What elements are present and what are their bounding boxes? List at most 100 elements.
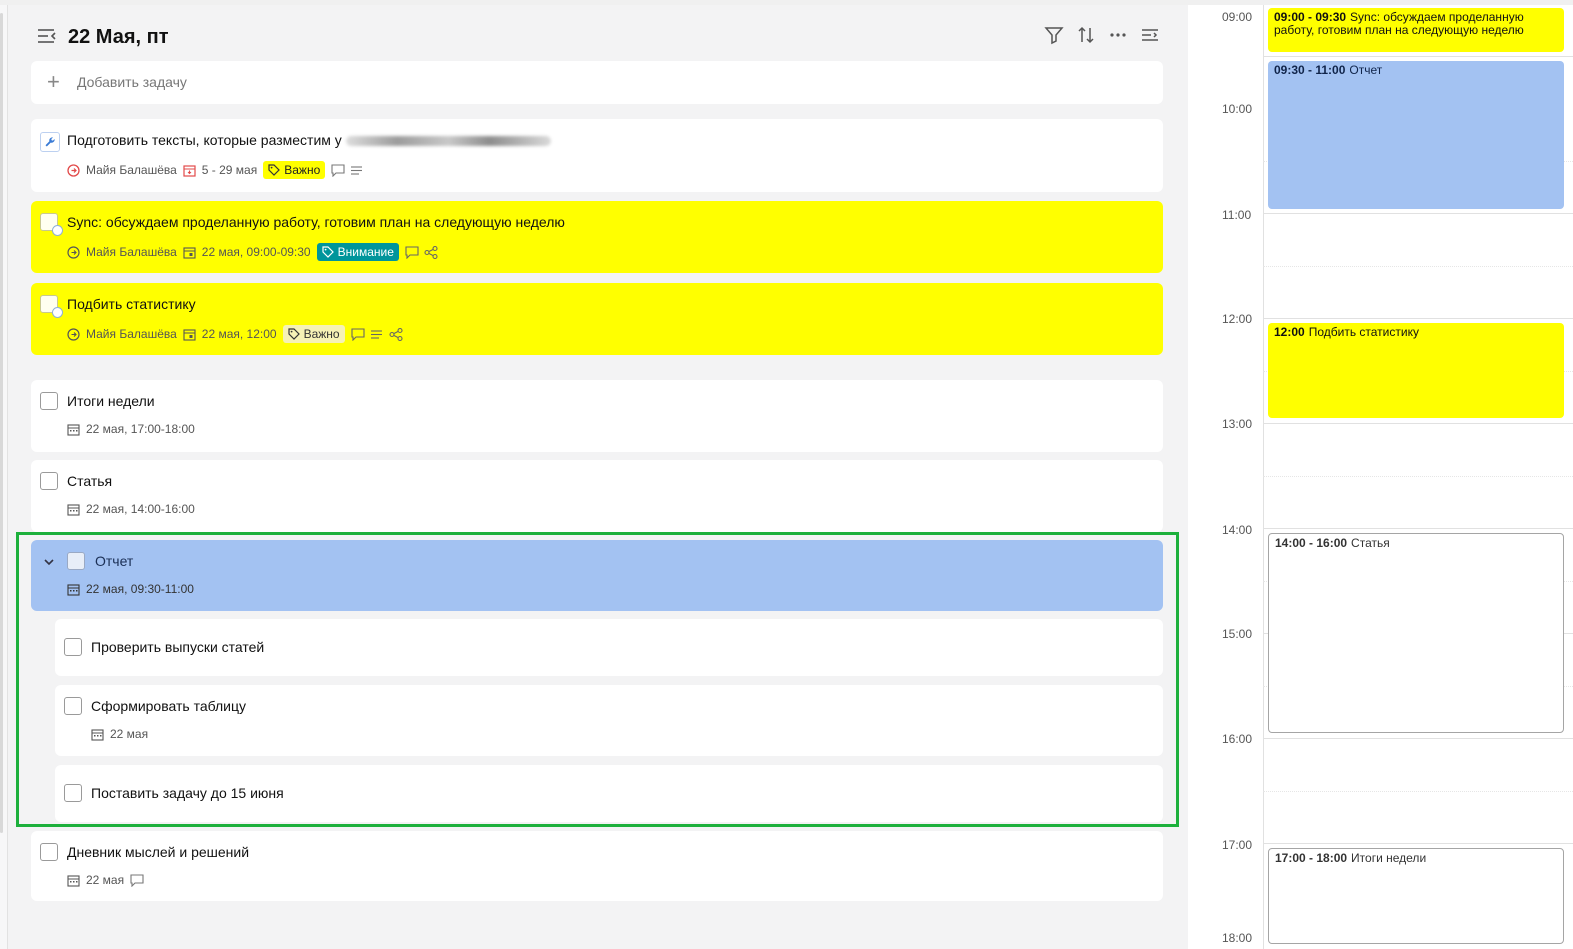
calendar-toggle-icon[interactable]: [1140, 25, 1160, 45]
assignee-name: Майя Балашёва: [86, 245, 177, 259]
plus-icon: +: [47, 69, 60, 94]
subtask-card[interactable]: Сформировать таблицу 22 мая: [55, 685, 1163, 756]
hour-label: 15:00: [1222, 627, 1253, 641]
comment-icon[interactable]: [130, 873, 144, 887]
task-card[interactable]: Подбить статистику Майя Балашёва 22 мая,…: [31, 283, 1163, 355]
task-card[interactable]: Итоги недели 22 мая, 17:00-18:00: [31, 380, 1163, 452]
wrench-icon[interactable]: [40, 132, 60, 152]
calendar-icon: [183, 328, 196, 341]
header-toolbar: [1044, 25, 1160, 45]
subtask-card[interactable]: Поставить задачу до 15 июня: [55, 765, 1163, 822]
event-time: 09:00 - 09:30: [1274, 10, 1347, 24]
comment-icon[interactable]: [351, 327, 365, 341]
task-card[interactable]: Дневник мыслей и решений 22 мая: [31, 831, 1163, 901]
task-checkbox[interactable]: [67, 552, 85, 570]
task-date: 22 мая, 12:00: [201, 327, 277, 341]
sort-icon[interactable]: [1076, 25, 1096, 45]
half-hour-line: [1263, 266, 1573, 267]
assignee-name: Майя Балашёва: [86, 163, 177, 177]
share-icon[interactable]: [389, 327, 403, 341]
task-title: Подготовить тексты, которые разместим у: [67, 131, 551, 149]
hour-line: [1263, 56, 1573, 57]
sync-icon: [52, 225, 63, 236]
calendar-event[interactable]: 09:00 - 09:30 Sync: обсуждаем проделанную…: [1268, 8, 1564, 52]
calendar-icon: [67, 874, 80, 887]
task-card-selected[interactable]: Отчет 22 мая, 09:30-11:00: [31, 540, 1163, 611]
deadline-icon: [183, 164, 196, 177]
scrollbar-thumb[interactable]: [0, 13, 3, 833]
hour-label: 14:00: [1222, 523, 1253, 537]
description-icon[interactable]: [350, 164, 363, 177]
calendar-divider: [1263, 5, 1264, 949]
filter-icon[interactable]: [1044, 25, 1064, 45]
task-title: Итоги недели: [67, 393, 155, 409]
task-card[interactable]: Статья 22 мая, 14:00-16:00: [31, 460, 1163, 532]
comment-icon[interactable]: [405, 245, 419, 259]
task-card[interactable]: Sync: обсуждаем проделанную работу, гото…: [31, 201, 1163, 273]
task-date: 22 мая: [86, 873, 125, 887]
calendar-icon: [67, 583, 80, 596]
tag-icon: [287, 328, 300, 340]
calendar-event[interactable]: 17:00 - 18:00 Итоги недели: [1268, 848, 1564, 944]
subtask-title: Сформировать таблицу: [91, 698, 247, 714]
task-title: Статья: [67, 473, 113, 489]
task-meta: 22 мая, 17:00-18:00: [67, 422, 195, 436]
task-title: Подбить статистику: [67, 296, 196, 312]
calendar-icon: [67, 503, 80, 516]
task-meta: 22 мая: [67, 873, 144, 887]
comment-icon[interactable]: [331, 163, 345, 177]
task-checkbox[interactable]: [40, 392, 58, 410]
calendar-event[interactable]: 14:00 - 16:00 Статья: [1268, 533, 1564, 733]
event-title: Подбить статистику: [1308, 325, 1419, 339]
tag-badge[interactable]: Важно: [282, 325, 345, 343]
event-time: 14:00 - 16:00: [1275, 536, 1348, 550]
event-title: Итоги недели: [1351, 851, 1427, 865]
description-icon[interactable]: [370, 328, 383, 341]
tag-icon: [322, 246, 334, 258]
add-task-input[interactable]: + Добавить задачу: [31, 61, 1163, 104]
day-calendar: 09:00 10:00 11:00 12:00 13:00 14:00 15:0…: [1188, 5, 1573, 949]
subtask-card[interactable]: Проверить выпуски статей: [55, 619, 1163, 676]
hour-label: 11:00: [1222, 208, 1252, 222]
chevron-down-icon[interactable]: [43, 555, 55, 567]
hour-line: [1263, 738, 1573, 739]
subtask-checkbox[interactable]: [64, 697, 82, 715]
assignee-icon: [67, 327, 80, 341]
calendar-icon: [183, 246, 196, 259]
subtask-checkbox[interactable]: [64, 638, 82, 656]
half-hour-line: [1263, 791, 1573, 792]
more-options-icon[interactable]: [1108, 25, 1128, 45]
hour-line: [1263, 213, 1573, 214]
subtask-checkbox[interactable]: [64, 784, 82, 802]
calendar-icon: [67, 423, 80, 436]
panel-header: 22 Мая, пт: [36, 23, 1160, 53]
subtask-meta: 22 мая: [91, 727, 148, 741]
calendar-icon: [91, 728, 104, 741]
calendar-event[interactable]: 09:30 - 11:00 Отчет: [1268, 61, 1564, 209]
event-title: Отчет: [1349, 63, 1383, 77]
hour-label: 10:00: [1222, 102, 1253, 116]
task-title: Sync: обсуждаем проделанную работу, гото…: [67, 214, 565, 230]
task-date: 22 мая, 09:30-11:00: [86, 582, 194, 596]
task-date: 22 мая, 17:00-18:00: [86, 422, 195, 436]
hour-line: [1263, 528, 1573, 529]
event-time: 12:00: [1274, 325, 1305, 339]
hour-line: [1263, 423, 1573, 424]
task-checkbox[interactable]: [40, 843, 58, 861]
share-icon[interactable]: [424, 245, 438, 259]
task-card[interactable]: Подготовить тексты, которые разместим у …: [31, 119, 1163, 192]
left-scrollbar[interactable]: [0, 5, 8, 949]
tag-badge[interactable]: Важно: [263, 161, 326, 179]
calendar-event[interactable]: 12:00 Подбить статистику: [1268, 323, 1564, 418]
hour-label: 12:00: [1222, 312, 1253, 326]
tag-icon: [268, 164, 281, 176]
tag-badge[interactable]: Внимание: [316, 243, 399, 261]
task-meta: Майя Балашёва 22 мая, 09:00-09:30 Вниман…: [67, 243, 438, 261]
event-title: Статья: [1351, 536, 1390, 550]
task-checkbox[interactable]: [40, 472, 58, 490]
hour-line: [1263, 318, 1573, 319]
half-hour-line: [1263, 476, 1573, 477]
collapse-menu-icon[interactable]: [36, 25, 58, 47]
hour-line: [1263, 843, 1573, 844]
hour-label: 16:00: [1222, 732, 1253, 746]
